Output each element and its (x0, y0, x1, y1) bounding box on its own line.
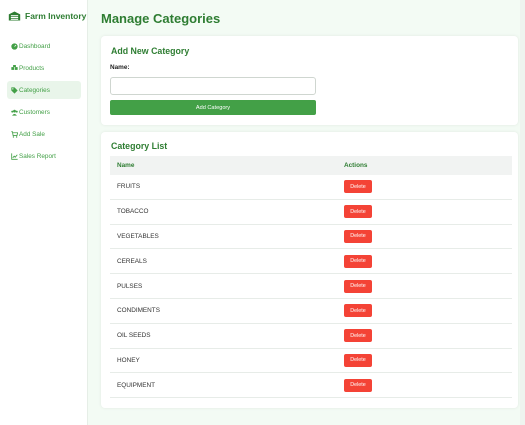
category-name: OIL SEEDS (117, 332, 151, 340)
delete-button[interactable]: Delete (344, 304, 372, 318)
table-row: PULSES Delete (110, 274, 512, 299)
sidebar-item-label: Products (19, 64, 45, 72)
name-label: Name: (110, 64, 130, 71)
delete-button[interactable]: Delete (344, 180, 372, 194)
category-name: VEGETABLES (117, 232, 159, 240)
category-list-card: Category List Name Actions FRUITS Delete… (101, 132, 518, 408)
table-row: HONEY Delete (110, 349, 512, 374)
category-name: TOBACCO (117, 208, 149, 216)
cart-icon (10, 130, 18, 138)
delete-button[interactable]: Delete (344, 254, 372, 268)
sidebar-item-label: Dashboard (19, 42, 51, 50)
table-row: CONDIMENTS Delete (110, 299, 512, 324)
table-row: OIL SEEDS Delete (110, 324, 512, 349)
category-name: PULSES (117, 282, 143, 290)
sidebar-item-categories[interactable]: Categories (7, 81, 81, 99)
add-category-button[interactable]: Add Category (110, 100, 316, 115)
boxes-icon (10, 64, 18, 72)
table-row: FRUITS Delete (110, 175, 512, 200)
table-row: EQUIPMENT Delete (110, 373, 512, 399)
add-category-title: Add New Category (111, 46, 190, 56)
delete-button[interactable]: Delete (344, 329, 372, 343)
sidebar-item-products[interactable]: Products (7, 59, 81, 77)
sidebar-nav: Dashboard Products Categories Customers … (0, 37, 88, 169)
sidebar-item-dashboard[interactable]: Dashboard (7, 37, 81, 55)
delete-button[interactable]: Delete (344, 229, 372, 243)
add-category-card: Add New Category Name: Add Category (101, 36, 518, 125)
category-name: EQUIPMENT (117, 381, 155, 389)
chart-icon (10, 152, 18, 160)
table-row: VEGETABLES Delete (110, 225, 512, 250)
sidebar-item-label: Sales Report (19, 152, 56, 160)
warehouse-icon (8, 11, 21, 21)
tag-icon (10, 86, 18, 94)
table-row: TOBACCO Delete (110, 200, 512, 225)
table-header: Name Actions (110, 156, 512, 175)
category-name: CEREALS (117, 257, 147, 265)
column-header-actions: Actions (344, 162, 368, 169)
sidebar: Farm Inventory Dashboard Products Catego… (0, 0, 88, 425)
table-row: CEREALS Delete (110, 249, 512, 275)
main-content: Manage Categories Add New Category Name:… (89, 0, 525, 425)
category-name: HONEY (117, 356, 140, 364)
sidebar-item-add-sale[interactable]: Add Sale (7, 125, 81, 143)
category-name: FRUITS (117, 183, 141, 191)
sidebar-item-label: Categories (19, 86, 50, 94)
category-name-input[interactable] (110, 77, 316, 95)
app-title: Farm Inventory (25, 11, 87, 21)
category-name: CONDIMENTS (117, 307, 160, 315)
scrollbar[interactable] (520, 0, 525, 425)
delete-button[interactable]: Delete (344, 378, 372, 392)
page-title: Manage Categories (101, 11, 221, 26)
delete-button[interactable]: Delete (344, 205, 372, 219)
delete-button[interactable]: Delete (344, 279, 372, 293)
sidebar-item-sales-report[interactable]: Sales Report (7, 147, 81, 165)
sidebar-item-customers[interactable]: Customers (7, 103, 81, 121)
delete-button[interactable]: Delete (344, 353, 372, 367)
gauge-icon (10, 42, 18, 50)
category-table: Name Actions FRUITS Delete TOBACCO Delet… (110, 156, 512, 399)
sidebar-item-label: Add Sale (19, 130, 45, 138)
users-icon (10, 108, 18, 116)
category-list-title: Category List (111, 141, 168, 151)
column-header-name: Name (117, 162, 135, 169)
brand: Farm Inventory (0, 0, 87, 32)
sidebar-item-label: Customers (19, 108, 50, 116)
